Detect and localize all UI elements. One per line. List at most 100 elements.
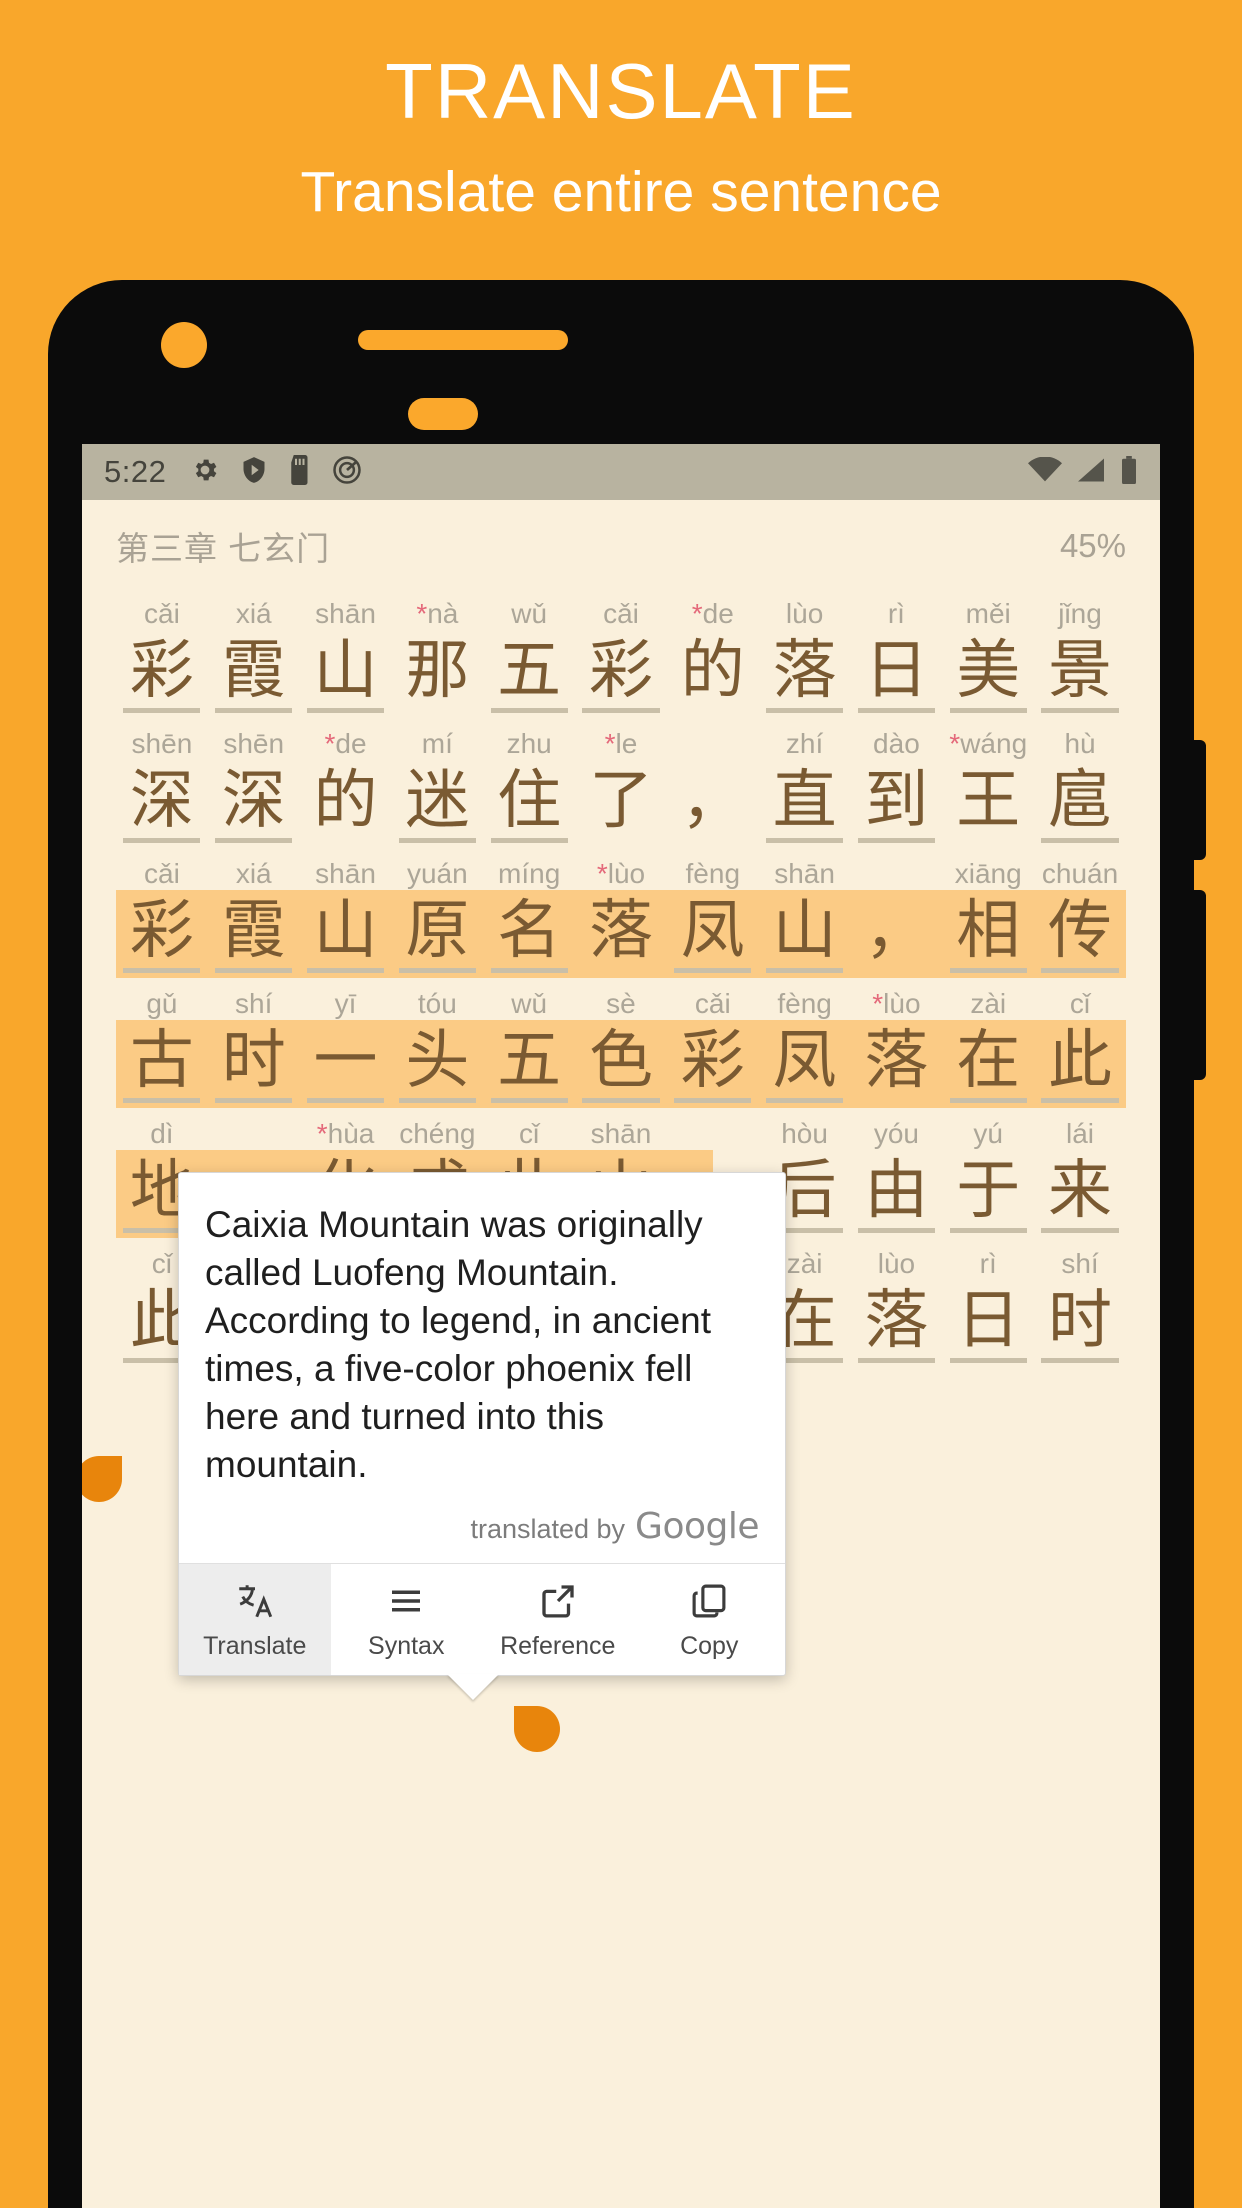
pinyin-syllable: *wáng: [949, 728, 1028, 759]
hanzi-character[interactable]: 扈: [1034, 769, 1126, 843]
hanzi-character[interactable]: 住: [483, 769, 575, 843]
copy-icon: [688, 1580, 730, 1622]
hanzi-character[interactable]: 日: [942, 1289, 1034, 1363]
copy-action-button[interactable]: Copy: [634, 1564, 786, 1675]
signal-icon: [1076, 457, 1106, 488]
hanzi-character[interactable]: 名: [483, 899, 575, 973]
pinyin-syllable: yóu: [873, 1118, 919, 1149]
pinyin-syllable: mí: [421, 728, 453, 759]
text-line[interactable]: cǎi xiá shān *nà wǔ cǎi *de lùo rì měi jǐng 彩霞山那五彩的…: [112, 588, 1130, 714]
hanzi-character[interactable]: 原: [391, 899, 483, 973]
reading-progress: 45%: [1059, 527, 1126, 564]
earpiece-speaker: [358, 330, 568, 350]
pinyin-syllable: sè: [606, 988, 636, 1019]
hanzi-character[interactable]: 深: [208, 769, 300, 843]
hanzi-character[interactable]: 凤: [759, 1029, 851, 1103]
hanzi-row[interactable]: 彩霞山原名落凤山，相传: [112, 888, 1130, 974]
hanzi-character[interactable]: 彩: [575, 639, 667, 713]
ad-block-icon: [332, 455, 362, 490]
hanzi-character[interactable]: 此: [1034, 1029, 1126, 1103]
hanzi-character[interactable]: 到: [851, 769, 943, 843]
selection-handle-end[interactable]: [514, 1706, 560, 1752]
hanzi-character[interactable]: 于: [942, 1159, 1034, 1233]
hanzi-character[interactable]: 来: [1034, 1159, 1126, 1233]
hanzi-row[interactable]: 深深的迷住了，直到王扈: [112, 758, 1130, 844]
hanzi-row[interactable]: 古时一头五色彩凤落在此: [112, 1018, 1130, 1104]
hanzi-character[interactable]: 时: [208, 1029, 300, 1103]
hanzi-character[interactable]: 迷: [391, 769, 483, 843]
pinyin-syllable: shí: [235, 988, 273, 1019]
hanzi-character[interactable]: 五: [483, 1029, 575, 1103]
pinyin-syllable: cǎi: [144, 858, 180, 889]
pinyin-syllable: míng: [498, 858, 561, 889]
hanzi-character[interactable]: 的: [667, 639, 759, 703]
status-bar-clock: 5:22: [104, 454, 167, 489]
hanzi-character[interactable]: 山: [759, 899, 851, 973]
pinyin-syllable: lùo: [877, 1248, 916, 1279]
volume-button[interactable]: [1194, 740, 1206, 860]
hanzi-character[interactable]: 彩: [667, 1029, 759, 1103]
hanzi-character[interactable]: 在: [942, 1029, 1034, 1103]
pinyin-syllable: tóu: [417, 988, 457, 1019]
translation-text: Caixia Mountain was originally called Lu…: [205, 1204, 712, 1486]
hanzi-character[interactable]: 霞: [208, 639, 300, 713]
hanzi-character[interactable]: 深: [116, 769, 208, 843]
hanzi-character[interactable]: 一: [300, 1029, 392, 1103]
selection-handle-start[interactable]: [82, 1456, 122, 1502]
hanzi-character[interactable]: 落: [759, 639, 851, 713]
pinyin-syllable: rì: [887, 598, 905, 629]
pinyin-syllable: wǔ: [511, 598, 548, 629]
text-line[interactable]: cǎi xiá shān yuán míng *lùo fèng shān xiāng chuán…: [112, 848, 1130, 978]
hanzi-character[interactable]: 直: [759, 769, 851, 843]
reference-action-button[interactable]: Reference: [482, 1564, 634, 1675]
hanzi-character[interactable]: 头: [391, 1029, 483, 1103]
translate-action-button[interactable]: Translate: [179, 1563, 331, 1675]
pinyin-syllable: *de: [324, 728, 367, 759]
hanzi-character[interactable]: 古: [116, 1029, 208, 1103]
translation-attribution: translated by Google: [179, 1496, 785, 1563]
hanzi-character[interactable]: 王: [942, 769, 1034, 833]
hanzi-character[interactable]: 凤: [667, 899, 759, 973]
hanzi-character[interactable]: 传: [1034, 899, 1126, 973]
hanzi-character[interactable]: ，: [851, 899, 943, 963]
hanzi-character[interactable]: 山: [300, 899, 392, 973]
external-link-icon: [537, 1580, 579, 1622]
pinyin-syllable: *lùo: [872, 988, 921, 1019]
hanzi-character[interactable]: 了: [575, 769, 667, 833]
text-line[interactable]: gǔ shí yī tóu wǔ sè cǎi fèng *lùo zài cǐ 古时一头五色彩凤落在…: [112, 978, 1130, 1108]
front-camera-icon: [161, 322, 207, 368]
hanzi-character[interactable]: 美: [942, 639, 1034, 713]
hanzi-character[interactable]: 霞: [208, 899, 300, 973]
hanzi-character[interactable]: 那: [391, 639, 483, 703]
pinyin-syllable: xiāng: [954, 858, 1022, 889]
text-line[interactable]: shēn shēn *de mí zhu *le zhí dào *wáng hù 深深的迷住了，直…: [112, 718, 1130, 844]
hanzi-character[interactable]: 时: [1034, 1289, 1126, 1363]
hanzi-character[interactable]: 彩: [116, 899, 208, 973]
translation-body: Caixia Mountain was originally called Lu…: [179, 1173, 785, 1496]
syntax-action-button[interactable]: Syntax: [331, 1564, 483, 1675]
gear-icon: [190, 455, 220, 490]
hanzi-character[interactable]: ，: [667, 769, 759, 833]
hanzi-row[interactable]: 彩霞山那五彩的落日美景: [112, 628, 1130, 714]
hanzi-character[interactable]: 景: [1034, 639, 1126, 713]
chapter-title: 第三章 七玄门: [116, 530, 331, 567]
pinyin-syllable: shān: [774, 858, 835, 889]
hanzi-character[interactable]: 落: [851, 1029, 943, 1093]
pinyin-syllable: yī: [334, 988, 357, 1019]
hanzi-character[interactable]: 落: [575, 899, 667, 963]
pinyin-syllable: yuán: [406, 858, 468, 889]
promo-header: TRANSLATE Translate entire sentence: [0, 0, 1242, 221]
hanzi-character[interactable]: 日: [851, 639, 943, 713]
hanzi-character[interactable]: 落: [851, 1289, 943, 1363]
power-button[interactable]: [1194, 890, 1206, 1080]
hanzi-character[interactable]: 相: [942, 899, 1034, 973]
hanzi-character[interactable]: 色: [575, 1029, 667, 1103]
pinyin-row: gǔ shí yī tóu wǔ sè cǎi fèng *lùo zài cǐ: [112, 978, 1130, 1018]
page-title: TRANSLATE: [385, 47, 857, 135]
pinyin-syllable: shān: [590, 1118, 652, 1149]
hanzi-character[interactable]: 由: [851, 1159, 943, 1233]
hanzi-character[interactable]: 彩: [116, 639, 208, 713]
hanzi-character[interactable]: 的: [300, 769, 392, 833]
hanzi-character[interactable]: 山: [300, 639, 392, 713]
hanzi-character[interactable]: 五: [483, 639, 575, 713]
